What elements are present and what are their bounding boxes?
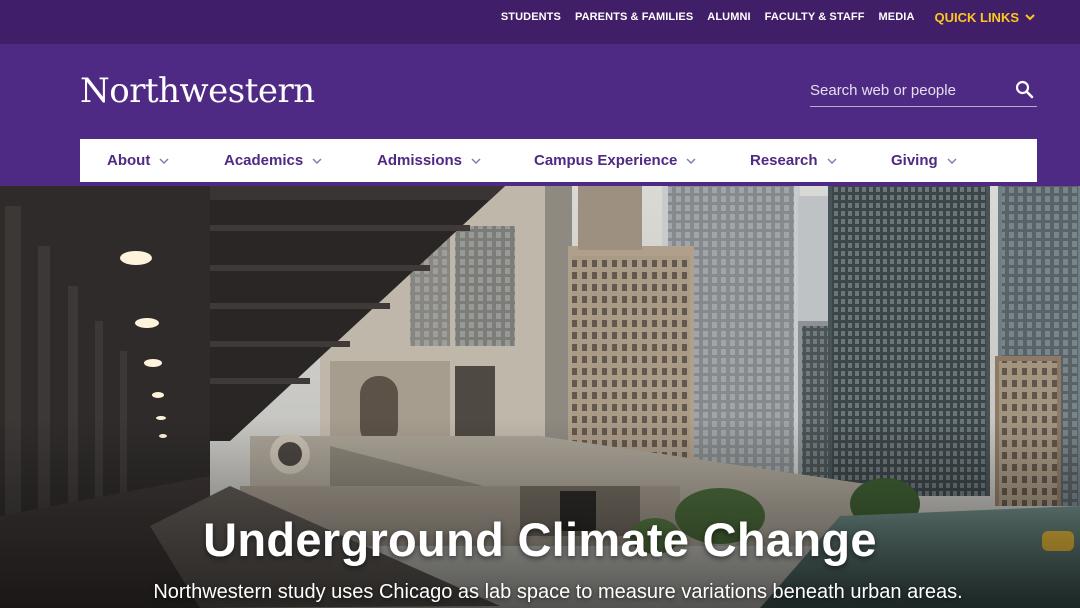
chevron-down-icon: [471, 157, 481, 164]
main-nav: About Academics Admissions Campus Experi…: [80, 139, 1037, 182]
quick-links-label: QUICK LINKS: [934, 9, 1020, 25]
northwestern-logo[interactable]: Northwestern: [80, 71, 315, 111]
nav-item-campus-experience[interactable]: Campus Experience: [534, 139, 696, 182]
nav-item-label: Research: [750, 152, 818, 169]
nav-item-academics[interactable]: Academics: [224, 139, 322, 182]
utility-link-faculty-staff[interactable]: FACULTY & STAFF: [765, 11, 865, 23]
hero-title[interactable]: Underground Climate Change: [0, 512, 1080, 567]
nav-item-label: Admissions: [377, 152, 463, 169]
nav-item-label: About: [107, 152, 151, 169]
nav-item-about[interactable]: About: [107, 139, 169, 182]
nav-item-giving[interactable]: Giving: [891, 139, 957, 182]
utility-link-alumni[interactable]: ALUMNI: [707, 11, 750, 23]
chevron-down-icon: [947, 157, 957, 164]
utility-link-students[interactable]: STUDENTS: [501, 11, 561, 23]
hero-banner[interactable]: Underground Climate Change Northwestern …: [0, 186, 1080, 608]
chevron-down-icon: [686, 157, 696, 164]
chevron-down-icon: [827, 157, 837, 164]
chevron-down-icon: [159, 157, 169, 164]
nav-item-research[interactable]: Research: [750, 139, 837, 182]
search-box: [810, 74, 1037, 107]
hero-subtitle: Northwestern study uses Chicago as lab s…: [153, 581, 963, 603]
nav-item-label: Campus Experience: [534, 152, 678, 169]
search-button[interactable]: [1015, 80, 1034, 104]
chevron-down-icon: [312, 157, 322, 164]
utility-bar: STUDENTS PARENTS & FAMILIES ALUMNI FACUL…: [0, 0, 1080, 44]
utility-link-media[interactable]: MEDIA: [879, 11, 915, 23]
nav-item-label: Giving: [891, 152, 938, 169]
nav-item-label: Academics: [224, 152, 304, 169]
search-input[interactable]: [810, 81, 1005, 99]
quick-links-button[interactable]: QUICK LINKS: [935, 10, 1036, 25]
utility-links: STUDENTS PARENTS & FAMILIES ALUMNI FACUL…: [487, 0, 1035, 34]
utility-link-parents-families[interactable]: PARENTS & FAMILIES: [575, 11, 693, 23]
nav-item-admissions[interactable]: Admissions: [377, 139, 481, 182]
search-icon: [1015, 80, 1034, 99]
chevron-down-icon: [1025, 13, 1035, 20]
